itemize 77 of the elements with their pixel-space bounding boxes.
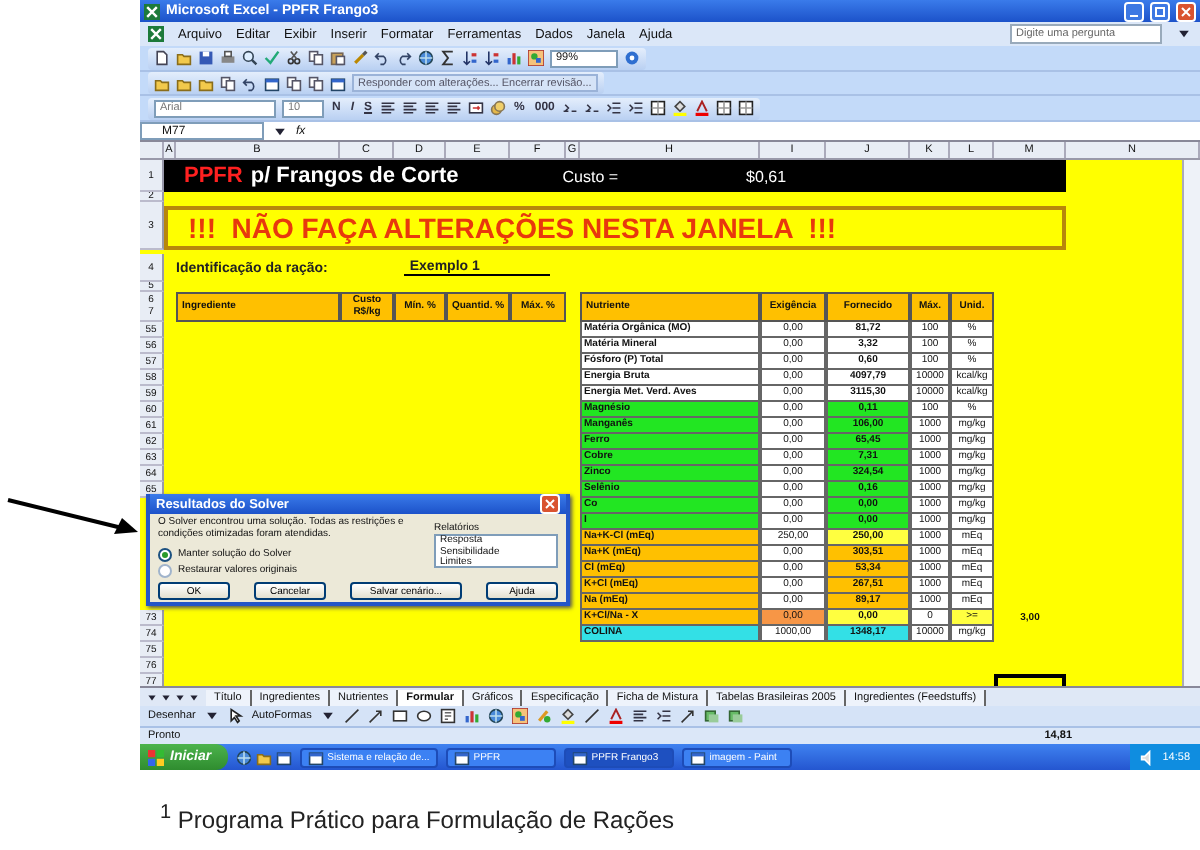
paste-icon[interactable] — [330, 50, 346, 66]
drawing-icon[interactable] — [528, 50, 544, 66]
line-icon[interactable] — [583, 708, 600, 724]
globe-icon[interactable] — [487, 708, 504, 724]
windows-flag-icon — [148, 749, 164, 765]
window-icon — [453, 749, 470, 765]
arrow-icon[interactable] — [367, 708, 384, 724]
window-icon — [307, 749, 324, 765]
fill-color-icon[interactable] — [672, 100, 689, 116]
help-icon[interactable] — [624, 50, 640, 66]
align-icon[interactable] — [446, 100, 463, 116]
brand-text: PPFR — [184, 164, 243, 188]
window-icon — [571, 749, 588, 765]
brush-icon[interactable] — [352, 50, 368, 66]
window-icon[interactable] — [264, 75, 280, 91]
indent-icon[interactable] — [655, 708, 672, 724]
radio-button[interactable] — [158, 563, 172, 577]
close-button[interactable] — [540, 494, 560, 514]
sigma-icon[interactable] — [440, 50, 456, 66]
warning-banner: !!! NÃO FAÇA ALTERAÇÕES NESTA JANELA !!! — [164, 206, 1066, 250]
scissors-icon[interactable] — [286, 50, 302, 66]
sort-icon[interactable] — [484, 50, 500, 66]
minimize-button[interactable] — [1124, 1, 1144, 21]
excel-icon — [144, 3, 160, 19]
undo-icon[interactable] — [374, 50, 390, 66]
align-icon[interactable] — [402, 100, 419, 116]
undo-icon[interactable] — [242, 75, 258, 91]
caret-icon[interactable] — [1176, 26, 1192, 42]
folder-icon[interactable] — [255, 749, 272, 765]
arrow-icon[interactable] — [679, 708, 696, 724]
arrow — [6, 496, 138, 540]
restore-button[interactable] — [1150, 1, 1170, 21]
close-button[interactable] — [1176, 1, 1196, 21]
checkmark-icon[interactable] — [264, 50, 280, 66]
magnifier-icon[interactable] — [242, 50, 258, 66]
scrollbar[interactable] — [1182, 160, 1200, 686]
fill-color-icon[interactable] — [559, 708, 576, 724]
merge-icon[interactable] — [468, 100, 485, 116]
sort-icon[interactable] — [462, 50, 478, 66]
figure-caption: $^{1}$ Programa Prático para Formulação de Rações — [160, 802, 677, 834]
indent-icon[interactable] — [606, 100, 623, 116]
line-icon[interactable] — [343, 708, 360, 724]
globe-icon[interactable] — [418, 50, 434, 66]
indent-icon[interactable] — [628, 100, 645, 116]
redo-icon[interactable] — [396, 50, 412, 66]
drawing-icon[interactable] — [511, 708, 528, 724]
font-color-icon[interactable] — [694, 100, 711, 116]
coins-icon[interactable] — [490, 100, 507, 116]
radio-button[interactable] — [158, 547, 172, 561]
border-icon[interactable] — [650, 100, 667, 116]
align-icon[interactable] — [631, 708, 648, 724]
text-box-icon[interactable] — [439, 708, 456, 724]
save-icon[interactable] — [198, 50, 214, 66]
excel-icon[interactable] — [148, 26, 164, 42]
align-icon[interactable] — [424, 100, 441, 116]
cursor-icon[interactable] — [227, 708, 244, 724]
chart-icon[interactable] — [463, 708, 480, 724]
sheet-title: p/ Frangos de Corte — [250, 164, 459, 188]
close-icon — [1180, 5, 1192, 17]
browser-icon[interactable] — [235, 749, 252, 765]
copy-icon[interactable] — [220, 75, 236, 91]
restore-icon — [1154, 5, 1166, 17]
cost-label: Custo = — [562, 167, 619, 185]
window-icon[interactable] — [275, 749, 292, 765]
border-icon[interactable] — [716, 100, 733, 116]
oval-icon[interactable] — [415, 708, 432, 724]
font-color-icon[interactable] — [607, 708, 624, 724]
new-file-icon[interactable] — [154, 50, 170, 66]
align-icon[interactable] — [380, 100, 397, 116]
rectangle-icon[interactable] — [391, 708, 408, 724]
close-icon — [544, 498, 556, 510]
chart-icon[interactable] — [506, 50, 522, 66]
window-icon — [689, 749, 706, 765]
window-icon[interactable] — [330, 75, 346, 91]
cost-value: $0,61 — [746, 167, 787, 185]
border-icon[interactable] — [738, 100, 755, 116]
printer-icon[interactable] — [220, 50, 236, 66]
